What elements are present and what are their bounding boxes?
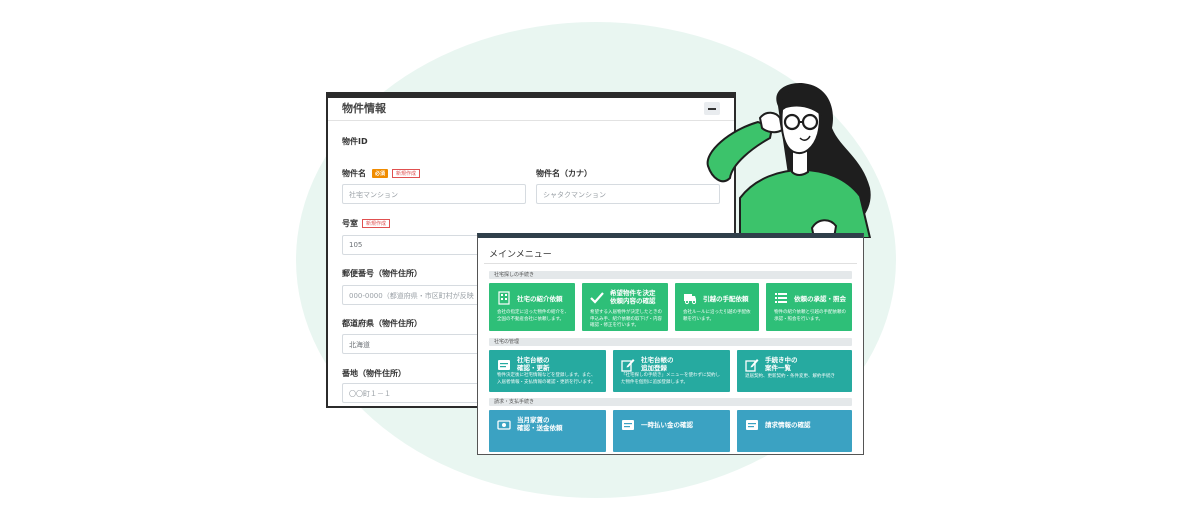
checkmark-icon bbox=[590, 292, 604, 304]
tile-title: 当月家賃の 確認・送金依頼 bbox=[517, 416, 563, 432]
section-label: 社宅の管理 bbox=[494, 339, 520, 345]
tile-description: 希望する入居物件が決定したときの申込み手、紹介依頼の取下げ・内容確認・修正を行い… bbox=[590, 310, 662, 328]
property-kana-label: 物件名（カナ） bbox=[536, 169, 592, 178]
tile-description: 物件決定後に社宅情報などを登録します。また、入居者情報・支払情報の確認・更新を行… bbox=[497, 373, 596, 385]
card-icon bbox=[622, 420, 634, 430]
tile-title: 依頼の承認・照会 bbox=[794, 295, 846, 303]
building-icon bbox=[498, 291, 510, 305]
list-icon bbox=[775, 293, 787, 303]
card-icon bbox=[498, 360, 510, 370]
card-icon bbox=[746, 420, 758, 430]
money-icon bbox=[497, 420, 511, 430]
tile-decide-property[interactable]: 希望物件を決定 依頼内容の確認 希望する入居物件が決定したときの申込み手、紹介依… bbox=[582, 283, 668, 331]
tile-billing-info[interactable]: 請求情報の確認 bbox=[737, 410, 852, 452]
tile-ledger-add[interactable]: 社宅台帳の 追加登録 「社宅探しの手続き」メニューを使わずに契約した物件を個別に… bbox=[613, 350, 730, 392]
tile-referral-request[interactable]: 社宅の紹介依頼 会社の指定に沿った物件の紹介を、全国の不動産会社に依頼します。 bbox=[489, 283, 575, 331]
address-label: 番地（物件住所） bbox=[342, 369, 406, 378]
property-id-label: 物件ID bbox=[342, 137, 368, 146]
panel-title: 物件情報 bbox=[342, 102, 386, 115]
room-label: 号室 bbox=[342, 219, 358, 228]
tile-title: 希望物件を決定 依頼内容の確認 bbox=[610, 289, 656, 305]
tile-lump-sum[interactable]: 一時払い金の確認 bbox=[613, 410, 730, 452]
tile-description: 会社の指定に沿った物件の紹介を、全国の不動産会社に依頼します。 bbox=[497, 310, 569, 322]
tile-cases-in-progress[interactable]: 手続き中の 案件一覧 退居契約、更新契約・条件変更、解約手続き bbox=[737, 350, 852, 392]
pencil-icon bbox=[745, 359, 759, 372]
tile-moving-request[interactable]: 引越の手配依頼 会社ルールに沿った引越の手配依頼を行います。 bbox=[675, 283, 759, 331]
tile-title: 社宅台帳の 追加登録 bbox=[641, 356, 674, 372]
truck-icon bbox=[684, 294, 697, 305]
section-label: 社宅探しの手続き bbox=[494, 272, 535, 278]
woman-illustration bbox=[706, 82, 872, 238]
section-label: 請求・支払手続き bbox=[494, 399, 535, 405]
section-header-management: 社宅の管理 bbox=[489, 338, 852, 346]
hand-shape bbox=[758, 111, 784, 134]
tile-title: 引越の手配依頼 bbox=[703, 295, 749, 303]
tile-title: 社宅の紹介依頼 bbox=[517, 295, 563, 303]
required-badge: 必須 bbox=[372, 169, 389, 178]
main-menu-window: メインメニュー 社宅探しの手続き 社宅の紹介依頼 会社の指定に沿った物件の紹介を… bbox=[477, 233, 864, 455]
tile-description: 「社宅探しの手続き」メニューを使わずに契約した物件を個別に追加登録します。 bbox=[621, 373, 720, 385]
property-name-input[interactable]: 社宅マンション bbox=[342, 184, 526, 204]
tile-monthly-rent[interactable]: 当月家賃の 確認・送金依頼 bbox=[489, 410, 606, 452]
section-header-search: 社宅探しの手続き bbox=[489, 271, 852, 279]
new-badge: 新規作成 bbox=[392, 169, 421, 178]
property-name-label-row: 物件名 必須 新規作成 bbox=[342, 168, 421, 179]
tile-description: 物件の紹介依頼と引越の手配依頼の承認・照会を行います。 bbox=[774, 310, 846, 322]
panel-header: 物件情報 bbox=[328, 98, 734, 121]
tile-title: 一時払い金の確認 bbox=[641, 421, 693, 429]
new-badge: 新規作成 bbox=[362, 219, 391, 228]
property-kana-input[interactable]: シャタクマンション bbox=[536, 184, 720, 204]
tile-title: 手続き中の 案件一覧 bbox=[765, 356, 798, 372]
main-menu-title: メインメニュー bbox=[489, 250, 552, 260]
room-label-row: 号室 新規作成 bbox=[342, 218, 391, 229]
tile-title: 請求情報の確認 bbox=[765, 421, 811, 429]
tile-description: 退居契約、更新契約・条件変更、解約手続き bbox=[745, 374, 835, 379]
tile-ledger-update[interactable]: 社宅台帳の 確認・更新 物件決定後に社宅情報などを登録します。また、入居者情報・… bbox=[489, 350, 606, 392]
tile-title: 社宅台帳の 確認・更新 bbox=[517, 356, 550, 372]
divider bbox=[484, 263, 857, 264]
tile-approval[interactable]: 依頼の承認・照会 物件の紹介依頼と引越の手配依頼の承認・照会を行います。 bbox=[766, 283, 852, 331]
edit-icon bbox=[621, 359, 635, 372]
postal-label: 郵便番号（物件住所） bbox=[342, 269, 422, 278]
property-name-label: 物件名 bbox=[342, 169, 366, 178]
arm-shape bbox=[706, 120, 774, 183]
prefecture-label: 都道府県（物件住所） bbox=[342, 319, 422, 328]
section-header-billing: 請求・支払手続き bbox=[489, 398, 852, 406]
tile-description: 会社ルールに沿った引越の手配依頼を行います。 bbox=[683, 310, 751, 322]
